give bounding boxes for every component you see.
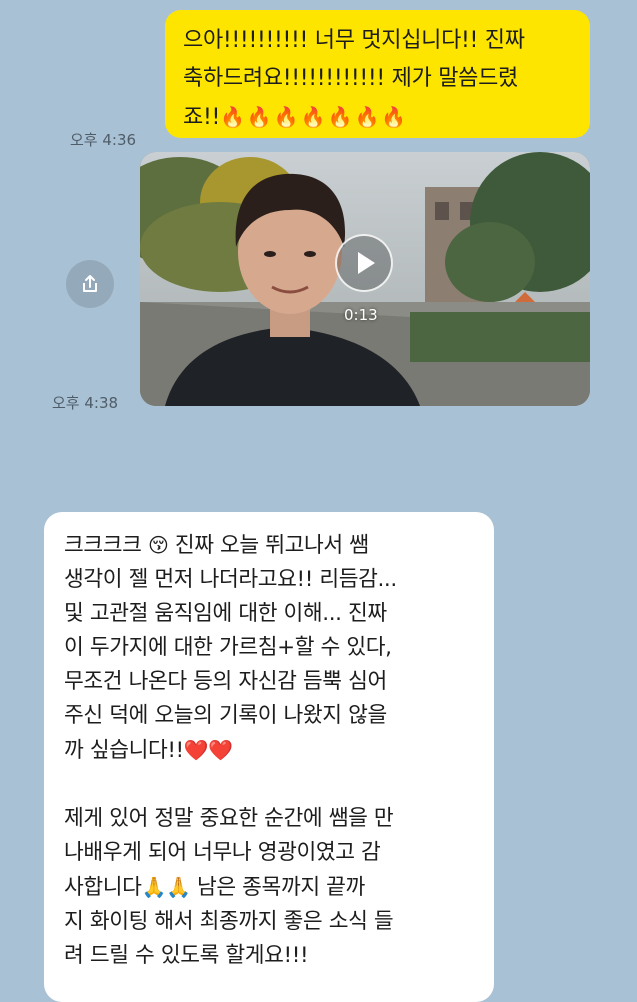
message-line: 및 고관절 움직임에 대한 이해... 진짜 bbox=[64, 601, 387, 626]
message-line: 무조건 나온다 등의 자신감 듬뿍 심어 bbox=[64, 669, 387, 694]
message-line: 제게 있어 정말 중요한 순간에 쌤을 만 bbox=[64, 806, 394, 831]
message-text: 진짜 오늘 뛰고나서 쌤 bbox=[174, 533, 369, 558]
video-duration: 0:13 bbox=[344, 306, 378, 324]
message-timestamp: 오후 4:38 bbox=[52, 394, 119, 412]
message-line: 사합니다🙏🙏 남은 종목까지 끝까 bbox=[64, 870, 480, 905]
message-text: 크크크크 bbox=[64, 533, 142, 558]
play-icon bbox=[358, 252, 375, 274]
message-text: 남은 종목까지 끝까 bbox=[196, 875, 365, 900]
message-text: 사합니다 bbox=[64, 875, 142, 900]
message-line: 축하드려요!!!!!!!!!!!! 제가 말씀드렸 bbox=[183, 66, 518, 91]
message-line: 지 화이팅 해서 최종까지 좋은 소식 들 bbox=[64, 909, 394, 934]
fire-emojis: 🔥🔥🔥🔥🔥🔥🔥 bbox=[219, 105, 409, 129]
message-line: 으아!!!!!!!!!! 너무 멋지십니다!! 진짜 bbox=[183, 28, 525, 53]
message-line: 크크크크 😚 진짜 오늘 뛰고나서 쌤 bbox=[64, 528, 480, 563]
message-line: 려 드릴 수 있도록 할게요!!! bbox=[64, 943, 309, 968]
pray-emoji: 🙏🙏 bbox=[141, 875, 191, 899]
play-button[interactable] bbox=[335, 234, 393, 292]
message-line: 이 두가지에 대한 가르침+할 수 있다, bbox=[64, 635, 392, 660]
hearts-emoji: ❤️❤️ bbox=[183, 738, 233, 762]
message-line: 죠!!🔥🔥🔥🔥🔥🔥🔥 bbox=[183, 98, 576, 137]
share-icon bbox=[83, 275, 97, 292]
chat-room: 으아!!!!!!!!!! 너무 멋지십니다!! 진짜 축하드려요!!!!!!!!… bbox=[0, 0, 637, 1002]
message-text: 죠!! bbox=[183, 105, 220, 130]
message-text: 까 싶습니다!! bbox=[64, 738, 184, 763]
message-line: 생각이 젤 먼저 나더라고요!! 리듬감... bbox=[64, 567, 397, 592]
incoming-message-bubble[interactable]: 크크크크 😚 진짜 오늘 뛰고나서 쌤 생각이 젤 먼저 나더라고요!! 리듬감… bbox=[44, 512, 494, 1002]
video-message[interactable]: 0:13 bbox=[140, 152, 590, 406]
outgoing-message-bubble[interactable]: 으아!!!!!!!!!! 너무 멋지십니다!! 진짜 축하드려요!!!!!!!!… bbox=[165, 10, 590, 138]
message-line: 까 싶습니다!!❤️❤️ bbox=[64, 733, 480, 768]
message-timestamp: 오후 4:36 bbox=[70, 131, 137, 149]
blush-emoji: 😚 bbox=[147, 533, 169, 557]
message-line: 주신 덕에 오늘의 기록이 나왔지 않을 bbox=[64, 703, 387, 728]
message-line: 나배우게 되어 너무나 영광이였고 감 bbox=[64, 840, 381, 865]
share-button[interactable] bbox=[66, 260, 114, 308]
